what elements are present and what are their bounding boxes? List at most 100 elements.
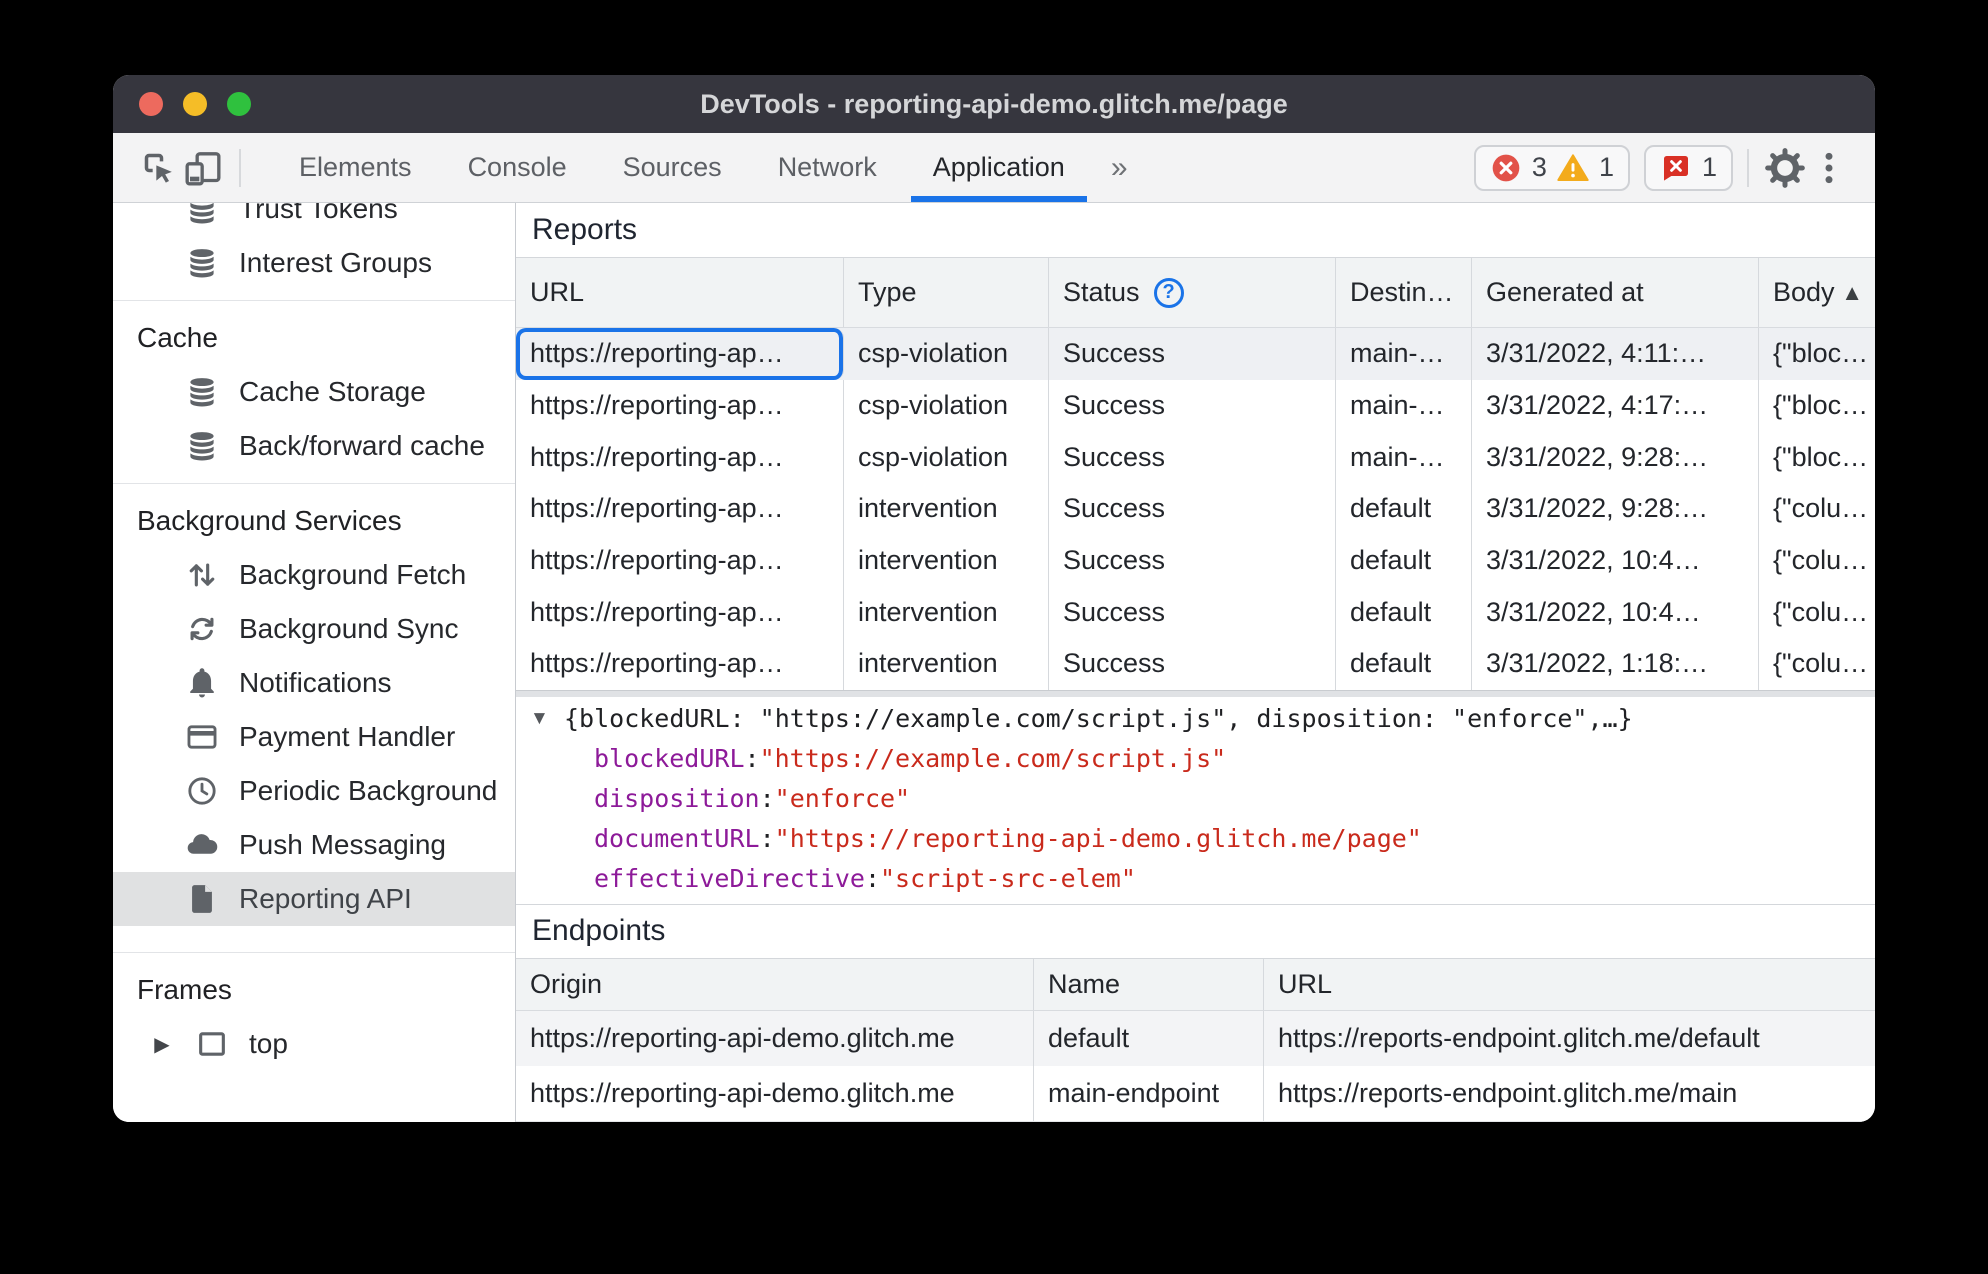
report-cell-body[interactable]: {"bloc… (1759, 431, 1875, 483)
tab-network[interactable]: Network (750, 133, 905, 202)
report-cell-url[interactable]: https://reporting-ap… (516, 534, 844, 587)
sidebar-item-reporting-api[interactable]: Reporting API (113, 872, 515, 926)
report-cell-status[interactable]: Success (1049, 638, 1336, 690)
tab-application[interactable]: Application (905, 133, 1093, 202)
report-row[interactable]: https://reporting-ap… intervention Success… (516, 638, 1875, 690)
report-row[interactable]: https://reporting-ap… csp-violation Succes… (516, 379, 1875, 432)
report-cell-body[interactable]: {"colu… (1759, 638, 1875, 690)
report-cell-url[interactable]: https://reporting-ap… (516, 483, 844, 535)
sidebar-item-push-messaging[interactable]: Push Messaging (113, 818, 515, 872)
report-cell-body[interactable]: {"colu… (1759, 586, 1875, 638)
report-cell-status[interactable]: Success (1049, 379, 1336, 432)
report-cell-body[interactable]: {"bloc… (1759, 380, 1875, 432)
report-cell-generated-at[interactable]: 3/31/2022, 1:18:… (1472, 638, 1759, 690)
sidebar-item-payment-handler[interactable]: Payment Handler (113, 710, 515, 764)
endpoint-cell-origin[interactable]: https://reporting-api-demo.glitch.me (516, 1010, 1034, 1066)
endpoint-cell-name[interactable]: main-endpoint (1034, 1065, 1264, 1121)
endpoint-cell-url[interactable]: https://reports-endpoint.glitch.me/main (1264, 1066, 1875, 1121)
report-cell-url[interactable]: https://reporting-ap… (516, 638, 844, 690)
report-cell-type[interactable]: csp-violation (844, 431, 1049, 484)
sidebar-item-background-fetch[interactable]: Background Fetch (113, 548, 515, 602)
report-cell-status[interactable]: Success (1049, 483, 1336, 535)
expanded-arrow-icon[interactable]: ▼ (530, 708, 564, 730)
report-row[interactable]: https://reporting-ap… intervention Success… (516, 534, 1875, 587)
endpoint-cell-url[interactable]: https://reports-endpoint.glitch.me/defau… (1264, 1011, 1875, 1066)
report-cell-status[interactable]: Success (1049, 534, 1336, 587)
tab-elements[interactable]: Elements (271, 133, 440, 202)
report-row[interactable]: https://reporting-ap… csp-violation Succes… (516, 328, 1875, 380)
report-cell-body[interactable]: {"bloc… (1759, 328, 1875, 380)
report-cell-url[interactable]: https://reporting-ap… (516, 586, 844, 639)
issues-badge[interactable]: 1 (1643, 144, 1733, 191)
report-cell-destination[interactable]: default (1336, 586, 1472, 639)
kebab-menu-icon[interactable] (1807, 146, 1851, 190)
report-cell-body[interactable]: {"colu… (1759, 535, 1875, 587)
report-cell-destination[interactable]: default (1336, 483, 1472, 535)
sidebar-item-notifications[interactable]: Notifications (113, 656, 515, 710)
report-cell-destination[interactable]: main-… (1336, 328, 1472, 380)
settings-gear-icon[interactable] (1763, 146, 1807, 190)
endpoint-cell-name[interactable]: default (1034, 1010, 1264, 1066)
report-cell-destination[interactable]: default (1336, 534, 1472, 587)
report-cell-status[interactable]: Success (1049, 328, 1336, 380)
reports-column-header-type[interactable]: Type (844, 258, 1049, 327)
report-cell-generated-at[interactable]: 3/31/2022, 4:11:… (1472, 328, 1759, 380)
report-cell-destination[interactable]: default (1336, 638, 1472, 690)
sidebar-item-top[interactable]: ▶ top (113, 1017, 515, 1071)
report-cell-generated-at[interactable]: 3/31/2022, 10:4… (1472, 586, 1759, 639)
endpoint-cell-origin[interactable]: https://reporting-api-demo.glitch.me (516, 1065, 1034, 1121)
report-cell-generated-at[interactable]: 3/31/2022, 9:28:… (1472, 431, 1759, 484)
tab-sources[interactable]: Sources (595, 133, 750, 202)
report-body-preview-row[interactable]: ▼ {blockedURL: "https://example.com/scrip… (516, 699, 1875, 739)
report-cell-destination[interactable]: main-… (1336, 431, 1472, 484)
report-cell-type[interactable]: csp-violation (844, 379, 1049, 432)
endpoints-column-header-origin[interactable]: Origin (516, 958, 1034, 1010)
endpoint-row[interactable]: https://reporting-api-demo.glitch.me defa… (516, 1010, 1875, 1066)
sidebar-item-periodic-background[interactable]: Periodic Background (113, 764, 515, 818)
maximize-button[interactable] (227, 92, 251, 116)
report-cell-type[interactable]: intervention (844, 638, 1049, 690)
inspect-element-icon[interactable] (137, 146, 181, 190)
report-cell-status[interactable]: Success (1049, 431, 1336, 484)
reports-column-header-url[interactable]: URL (516, 258, 844, 327)
reports-column-header-body[interactable]: Body ▲ (1759, 258, 1875, 327)
console-status-badges[interactable]: 3 1 (1473, 144, 1630, 191)
report-cell-url[interactable]: https://reporting-ap… (516, 431, 844, 484)
report-row[interactable]: https://reporting-ap… intervention Success… (516, 483, 1875, 535)
report-cell-type[interactable]: intervention (844, 534, 1049, 587)
report-cell-status[interactable]: Success (1049, 586, 1336, 639)
endpoint-row[interactable]: https://reporting-api-demo.glitch.me main… (516, 1065, 1875, 1121)
close-button[interactable] (139, 92, 163, 116)
report-cell-generated-at[interactable]: 3/31/2022, 10:4… (1472, 534, 1759, 587)
endpoints-table: Origin Name URL https://reporting-api-demo.… (516, 958, 1875, 1122)
report-cell-type[interactable]: intervention (844, 483, 1049, 535)
tab-console[interactable]: Console (440, 133, 595, 202)
sidebar-item-background-sync[interactable]: Background Sync (113, 602, 515, 656)
sidebar-item-back-forward-cache[interactable]: Back/forward cache (113, 419, 515, 473)
report-cell-type[interactable]: intervention (844, 586, 1049, 639)
reports-column-header-generated-at[interactable]: Generated at (1472, 258, 1759, 327)
report-cell-type[interactable]: csp-violation (844, 328, 1049, 380)
minimize-button[interactable] (183, 92, 207, 116)
report-cell-generated-at[interactable]: 3/31/2022, 9:28:… (1472, 483, 1759, 535)
report-cell-body[interactable]: {"colu… (1759, 483, 1875, 535)
reports-column-header-destin[interactable]: Destin… (1336, 258, 1472, 327)
report-cell-url[interactable]: https://reporting-ap… (516, 328, 844, 380)
status-help-icon[interactable]: ? (1153, 277, 1184, 308)
sidebar-item-interest-groups[interactable]: Interest Groups (113, 236, 515, 290)
report-row[interactable]: https://reporting-ap… intervention Success… (516, 586, 1875, 639)
endpoints-column-header-url[interactable]: URL (1264, 958, 1875, 1010)
clock-icon (185, 774, 219, 808)
reports-column-header-status[interactable]: Status? (1049, 258, 1336, 327)
report-cell-url[interactable]: https://reporting-ap… (516, 379, 844, 432)
report-cell-destination[interactable]: main-… (1336, 379, 1472, 432)
report-cell-generated-at[interactable]: 3/31/2022, 4:17:… (1472, 379, 1759, 432)
report-body-tree: ▼ {blockedURL: "https://example.com/scrip… (516, 697, 1875, 904)
device-toolbar-icon[interactable] (181, 146, 225, 190)
sidebar-item-trust-tokens[interactable]: Trust Tokens (113, 203, 515, 236)
expand-arrow-icon[interactable]: ▶ (149, 1032, 175, 1057)
report-row[interactable]: https://reporting-ap… csp-violation Succes… (516, 431, 1875, 484)
more-tabs-icon[interactable]: » (1093, 151, 1146, 185)
endpoints-column-header-name[interactable]: Name (1034, 958, 1264, 1010)
sidebar-item-cache-storage[interactable]: Cache Storage (113, 365, 515, 419)
